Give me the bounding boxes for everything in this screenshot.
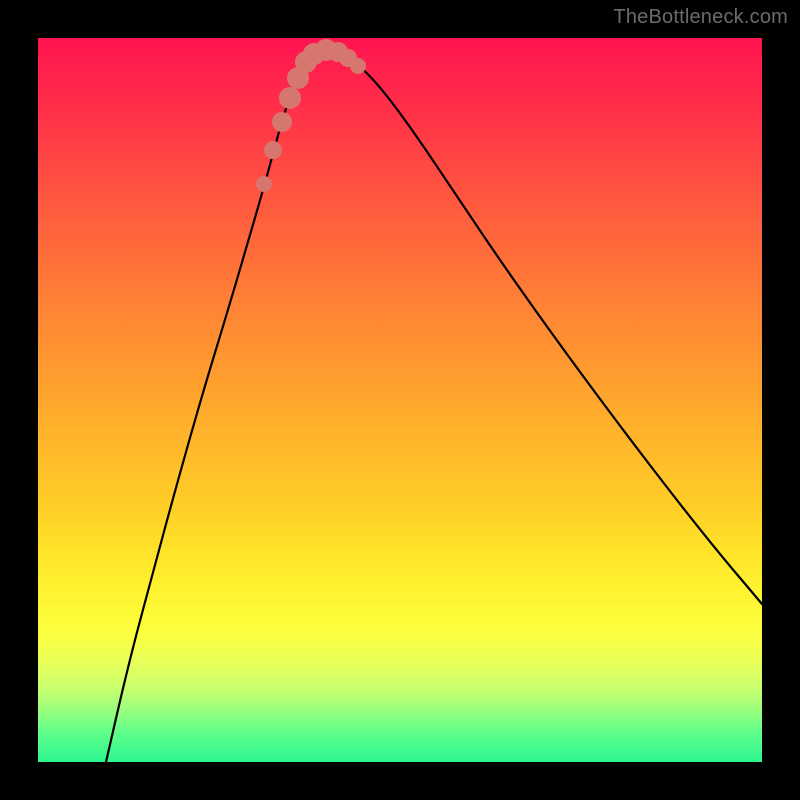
highlight-dot (272, 112, 292, 132)
outer-frame: TheBottleneck.com (0, 0, 800, 800)
highlight-dot (256, 176, 272, 192)
bottleneck-curve (106, 51, 762, 762)
chart-svg (38, 38, 762, 762)
watermark-text: TheBottleneck.com (613, 6, 788, 29)
highlight-dot (279, 87, 301, 109)
plot-area (38, 38, 762, 762)
highlight-dot (264, 141, 282, 159)
highlight-dots (256, 39, 366, 192)
highlight-dot (350, 58, 366, 74)
